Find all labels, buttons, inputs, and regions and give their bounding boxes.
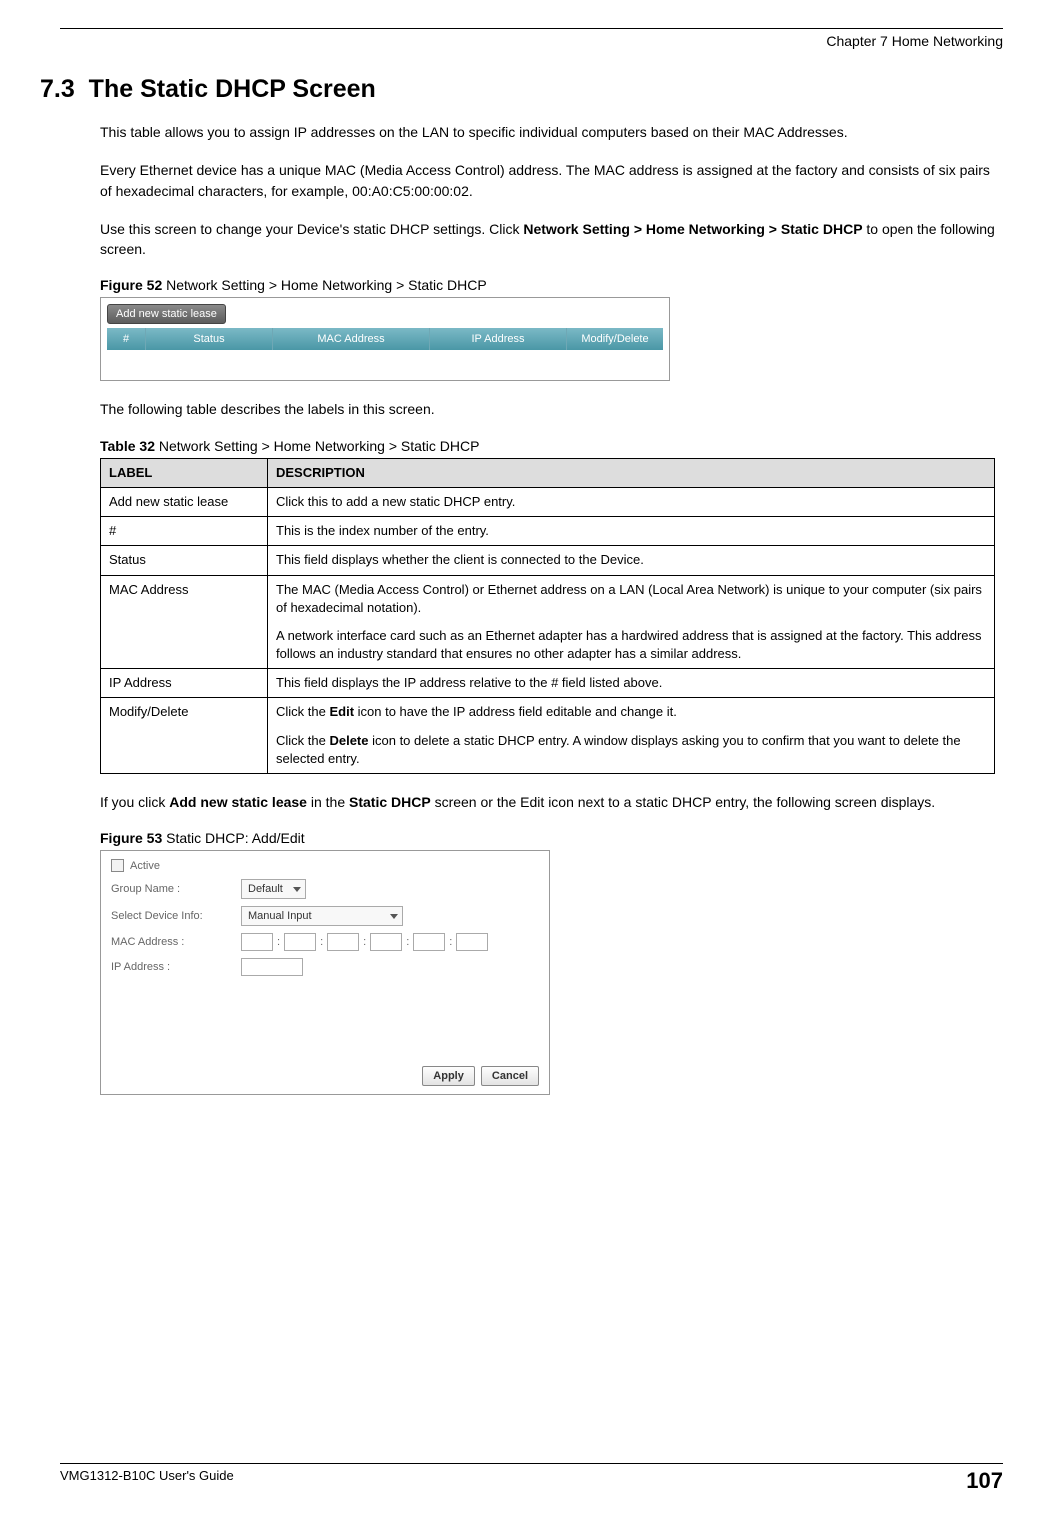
- paragraph-3: Use this screen to change your Device's …: [100, 219, 1003, 260]
- txt: icon to delete a static DHCP entry. A wi…: [276, 733, 961, 766]
- edit-bold: Edit: [329, 704, 354, 719]
- group-name-value: Default: [248, 883, 283, 895]
- p5a: If you click: [100, 794, 169, 810]
- figure-53-panel: Active Group Name : Default Select Devic…: [100, 850, 550, 1095]
- table-head-row: LABEL DESCRIPTION: [101, 458, 995, 487]
- footer-guide: VMG1312-B10C User's Guide: [60, 1468, 234, 1494]
- section-title: 7.3 The Static DHCP Screen: [40, 75, 1003, 104]
- top-rule: [60, 28, 1003, 29]
- row-desc: This is the index number of the entry.: [268, 517, 995, 546]
- paragraph-2: Every Ethernet device has a unique MAC (…: [100, 160, 1003, 201]
- delete-bold: Delete: [329, 733, 368, 748]
- table-row: # This is the index number of the entry.: [101, 517, 995, 546]
- figure-53-label-rest: Static DHCP: Add/Edit: [162, 830, 304, 846]
- active-checkbox[interactable]: [111, 859, 124, 872]
- row-label: Modify/Delete: [101, 698, 268, 774]
- table-row: Modify/Delete Click the Edit icon to hav…: [101, 698, 995, 774]
- row-label: Add new static lease: [101, 487, 268, 516]
- figure-52-label: Figure 52 Network Setting > Home Network…: [100, 277, 1003, 293]
- figure-53-label-bold: Figure 53: [100, 830, 162, 846]
- footer-page-number: 107: [966, 1468, 1003, 1494]
- figure-52-panel: Add new static lease # Status MAC Addres…: [100, 297, 670, 381]
- ip-address-label: IP Address :: [111, 961, 241, 973]
- static-dhcp-header-row: # Status MAC Address IP Address Modify/D…: [107, 328, 663, 350]
- col-modify: Modify/Delete: [567, 328, 663, 350]
- row-label: Status: [101, 546, 268, 575]
- table-32: LABEL DESCRIPTION Add new static lease C…: [100, 458, 995, 774]
- table-row: Add new static lease Click this to add a…: [101, 487, 995, 516]
- select-device-label: Select Device Info:: [111, 910, 241, 922]
- chevron-down-icon: [293, 887, 301, 892]
- row-desc: Click this to add a new static DHCP entr…: [268, 487, 995, 516]
- paragraph-1: This table allows you to assign IP addre…: [100, 122, 1003, 142]
- paragraph-4: The following table describes the labels…: [100, 399, 1003, 419]
- add-static-lease-button[interactable]: Add new static lease: [107, 304, 226, 324]
- col-ip: IP Address: [430, 328, 567, 350]
- mac-address-label: MAC Address :: [111, 936, 241, 948]
- row-label: MAC Address: [101, 575, 268, 669]
- p5e: screen or the Edit icon next to a static…: [431, 794, 936, 810]
- chapter-header: Chapter 7 Home Networking: [70, 33, 1003, 49]
- apply-button[interactable]: Apply: [422, 1066, 475, 1086]
- p5d: Static DHCP: [349, 794, 431, 810]
- form-buttons: Apply Cancel: [111, 1066, 539, 1086]
- figure-53-label: Figure 53 Static DHCP: Add/Edit: [100, 830, 1003, 846]
- col-num: #: [107, 328, 146, 350]
- group-name-label: Group Name :: [111, 883, 241, 895]
- col-mac: MAC Address: [273, 328, 430, 350]
- table-32-label: Table 32 Network Setting > Home Networki…: [100, 438, 1003, 454]
- row-desc: The MAC (Media Access Control) or Ethern…: [268, 575, 995, 669]
- row-desc-p2: Click the Delete icon to delete a static…: [276, 732, 986, 768]
- figure-52-label-bold: Figure 52: [100, 277, 162, 293]
- row-desc: This field displays whether the client i…: [268, 546, 995, 575]
- mac-octet-6[interactable]: [456, 933, 488, 951]
- table-32-label-rest: Network Setting > Home Networking > Stat…: [155, 438, 479, 454]
- ip-address-row: IP Address :: [111, 958, 539, 976]
- p3-a: Use this screen to change your Device's …: [100, 221, 523, 237]
- group-name-row: Group Name : Default: [111, 879, 539, 899]
- row-label: #: [101, 517, 268, 546]
- col-status: Status: [146, 328, 273, 350]
- page-footer: VMG1312-B10C User's Guide 107: [60, 1463, 1003, 1494]
- txt: Click the: [276, 733, 329, 748]
- head-label: LABEL: [101, 458, 268, 487]
- chevron-down-icon: [390, 914, 398, 919]
- section-number: 7.3: [40, 75, 75, 103]
- row-desc-p1: The MAC (Media Access Control) or Ethern…: [276, 581, 986, 617]
- table-row: Status This field displays whether the c…: [101, 546, 995, 575]
- row-desc-p2: A network interface card such as an Ethe…: [276, 627, 986, 663]
- txt: Click the: [276, 704, 329, 719]
- select-device-select[interactable]: Manual Input: [241, 906, 403, 926]
- row-desc: Click the Edit icon to have the IP addre…: [268, 698, 995, 774]
- mac-address-inputs: : : : : :: [241, 933, 488, 951]
- select-device-row: Select Device Info: Manual Input: [111, 906, 539, 926]
- mac-octet-3[interactable]: [327, 933, 359, 951]
- p5c: in the: [307, 794, 349, 810]
- cancel-button[interactable]: Cancel: [481, 1066, 539, 1086]
- paragraph-5: If you click Add new static lease in the…: [100, 792, 1003, 812]
- p5b: Add new static lease: [169, 794, 307, 810]
- active-row: Active: [111, 859, 539, 872]
- select-device-value: Manual Input: [248, 910, 312, 922]
- head-desc: DESCRIPTION: [268, 458, 995, 487]
- ip-address-input[interactable]: [241, 958, 303, 976]
- figure-52-label-rest: Network Setting > Home Networking > Stat…: [162, 277, 486, 293]
- table-32-label-bold: Table 32: [100, 438, 155, 454]
- mac-octet-5[interactable]: [413, 933, 445, 951]
- table-row: IP Address This field displays the IP ad…: [101, 669, 995, 698]
- section-title-text: The Static DHCP Screen: [89, 75, 376, 103]
- row-desc: This field displays the IP address relat…: [268, 669, 995, 698]
- txt: icon to have the IP address field editab…: [354, 704, 677, 719]
- row-desc-p1: Click the Edit icon to have the IP addre…: [276, 703, 986, 721]
- p3-bold-path: Network Setting > Home Networking > Stat…: [523, 221, 862, 237]
- table-row: MAC Address The MAC (Media Access Contro…: [101, 575, 995, 669]
- row-label: IP Address: [101, 669, 268, 698]
- mac-octet-4[interactable]: [370, 933, 402, 951]
- mac-address-row: MAC Address : : : : : :: [111, 933, 539, 951]
- mac-octet-2[interactable]: [284, 933, 316, 951]
- active-label: Active: [130, 860, 160, 872]
- mac-octet-1[interactable]: [241, 933, 273, 951]
- group-name-select[interactable]: Default: [241, 879, 306, 899]
